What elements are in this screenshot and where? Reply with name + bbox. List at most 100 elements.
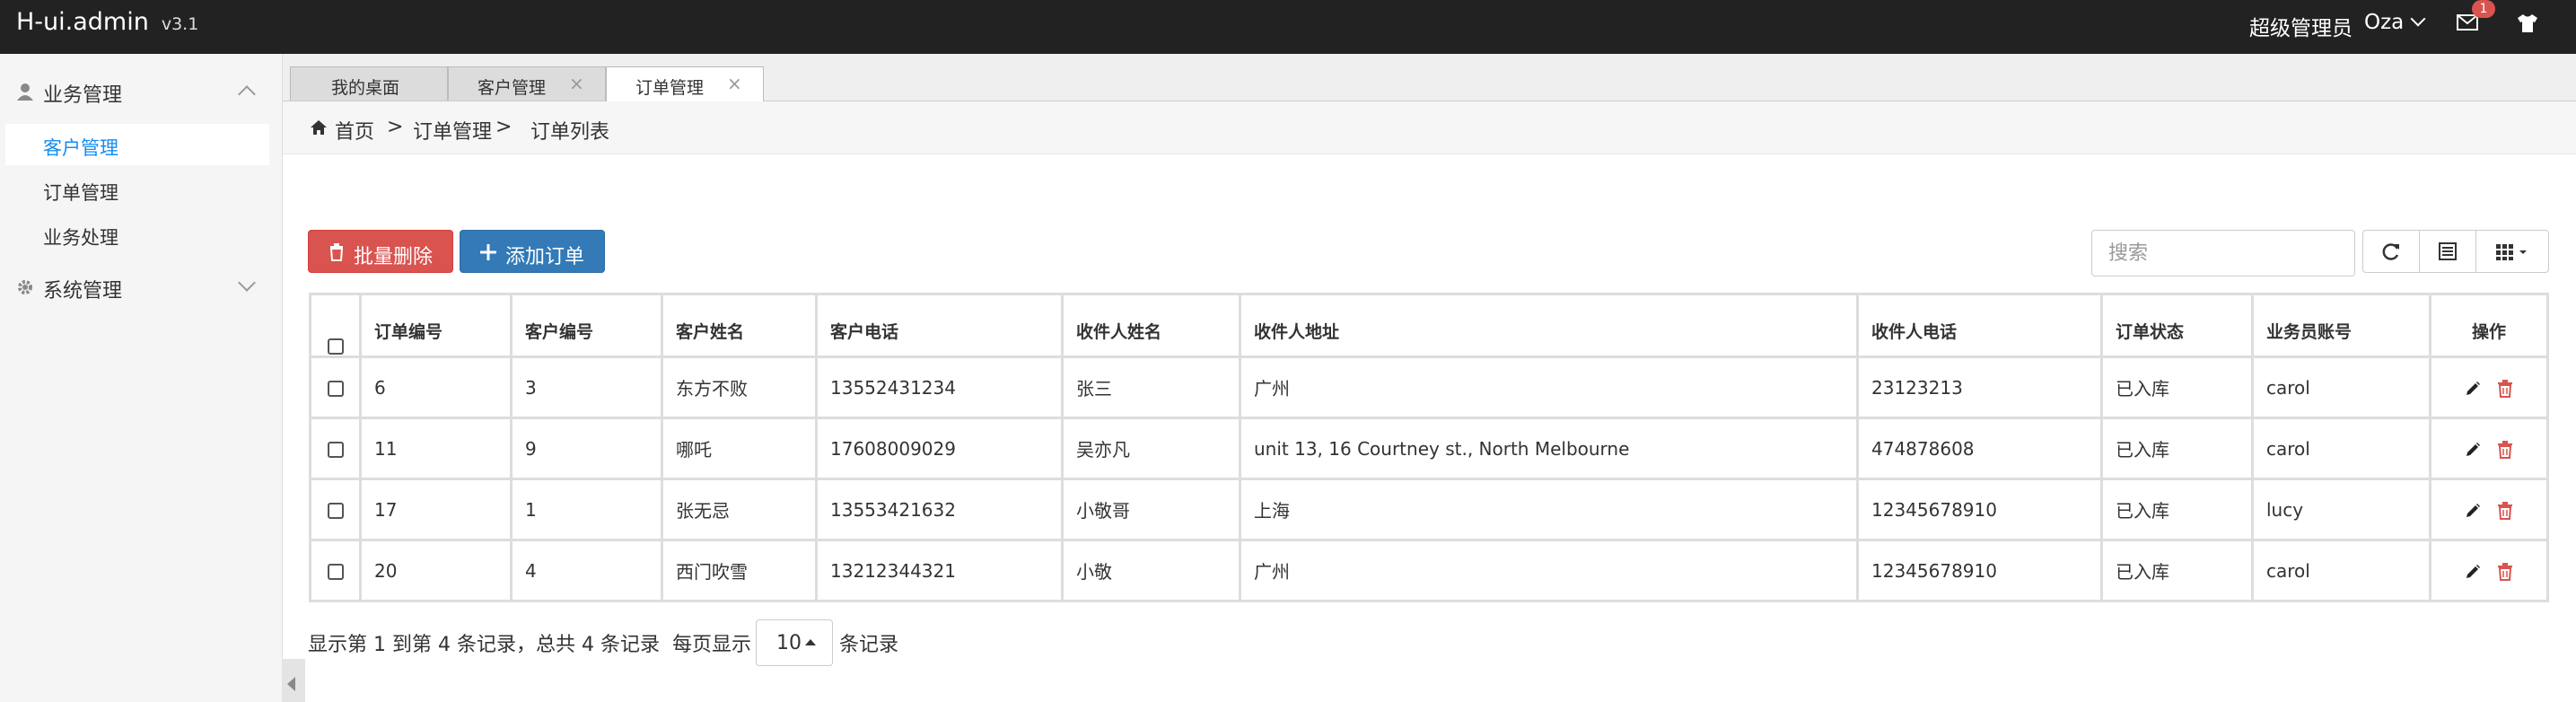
- close-icon[interactable]: ×: [569, 73, 584, 94]
- delete-trash-icon[interactable]: [2497, 563, 2513, 581]
- per-page-label: 每页显示: [671, 634, 751, 656]
- table-row: 11 9 哪吒 17608009029 吴亦凡 unit 13, 16 Cour…: [309, 417, 2549, 480]
- tab-customers[interactable]: 客户管理 ×: [448, 66, 606, 101]
- edit-pencil-icon[interactable]: [2465, 381, 2481, 397]
- sidebar-group-system[interactable]: 系统管理: [0, 266, 282, 309]
- sidebar-toggle-handle[interactable]: [282, 659, 305, 702]
- row-checkbox[interactable]: [327, 503, 344, 519]
- table-row: 17 1 张无忌 13553421632 小敬哥 上海 12345678910 …: [309, 478, 2549, 541]
- cell-recipient-phone: 23123213: [1856, 355, 2103, 419]
- home-icon: [311, 120, 327, 135]
- tab-desktop[interactable]: 我的桌面: [290, 66, 448, 101]
- cell-customer-phone: 13553421632: [815, 478, 1064, 541]
- columns-button[interactable]: [2475, 230, 2549, 273]
- row-checkbox[interactable]: [327, 381, 344, 397]
- sidebar-item-customers[interactable]: 客户管理: [5, 124, 269, 165]
- button-label: 添加订单: [505, 246, 585, 268]
- column-header[interactable]: 收件人电话: [1856, 293, 2103, 358]
- toggle-view-button[interactable]: [2419, 230, 2476, 273]
- user-menu[interactable]: Oza: [2364, 11, 2426, 34]
- user-name: Oza: [2364, 11, 2405, 34]
- app-brand[interactable]: H-ui.admin v3.1: [16, 9, 198, 38]
- breadcrumb-separator: >: [387, 116, 404, 138]
- cell-order-status: 已入库: [2100, 417, 2254, 480]
- breadcrumb-level2[interactable]: 订单管理: [413, 116, 492, 145]
- cell-customer-phone: 17608009029: [815, 417, 1064, 480]
- row-checkbox-cell: [309, 478, 362, 541]
- cell-recipient-name: 小敬哥: [1061, 478, 1241, 541]
- brand-version: v3.1: [161, 14, 199, 34]
- batch-delete-button[interactable]: 批量删除: [308, 230, 453, 273]
- message-badge: 1: [2472, 0, 2495, 18]
- cell-order-id: 6: [359, 355, 513, 419]
- button-label: 批量删除: [354, 246, 434, 268]
- cell-recipient-name: 张三: [1061, 355, 1241, 419]
- cell-recipient-name: 吴亦凡: [1061, 417, 1241, 480]
- sidebar-item-business-process[interactable]: 业务处理: [5, 214, 269, 255]
- pagination-info: 显示第 1 到第 4 条记录，总共 4 条记录 每页显示: [308, 628, 751, 657]
- row-checkbox[interactable]: [327, 564, 344, 580]
- add-order-button[interactable]: 添加订单: [460, 230, 605, 273]
- page-size-select[interactable]: 10: [756, 619, 833, 666]
- cell-order-id: 11: [359, 417, 513, 480]
- brand-name: H-ui.admin: [16, 8, 149, 36]
- row-checkbox[interactable]: [327, 442, 344, 458]
- close-icon[interactable]: ×: [727, 73, 742, 94]
- search-input[interactable]: [2091, 230, 2355, 276]
- delete-trash-icon[interactable]: [2497, 502, 2513, 520]
- column-header[interactable]: 客户编号: [510, 293, 663, 358]
- sidebar-item-label: 客户管理: [43, 137, 118, 159]
- breadcrumb-separator: >: [495, 116, 513, 138]
- sidebar-item-orders[interactable]: 订单管理: [5, 169, 269, 210]
- select-all-checkbox[interactable]: [327, 338, 344, 355]
- record-count-text: 显示第 1 到第 4 条记录，总共 4 条记录: [308, 634, 660, 656]
- tab-orders[interactable]: 订单管理 ×: [606, 66, 764, 101]
- cell-customer-id: 3: [510, 355, 663, 419]
- delete-trash-icon[interactable]: [2497, 441, 2513, 459]
- cell-salesperson: lucy: [2251, 478, 2431, 541]
- row-checkbox-cell: [309, 417, 362, 480]
- top-navbar: H-ui.admin v3.1 超级管理员 Oza 1: [0, 0, 2576, 54]
- delete-trash-icon[interactable]: [2497, 380, 2513, 398]
- cell-actions: [2429, 355, 2549, 419]
- tab-bar: 我的桌面 客户管理 × 订单管理 ×: [283, 54, 2576, 101]
- orders-table: 订单编号 客户编号 客户姓名 客户电话 收件人姓名 收件人地址 收件人电话 订单…: [309, 293, 2549, 602]
- refresh-icon: [2382, 243, 2399, 260]
- column-header[interactable]: 收件人姓名: [1061, 293, 1241, 358]
- edit-pencil-icon[interactable]: [2465, 503, 2481, 519]
- tab-label: 我的桌面: [331, 78, 400, 98]
- refresh-button[interactable]: [2362, 230, 2420, 273]
- column-header: 操作: [2429, 293, 2549, 358]
- cell-order-status: 已入库: [2100, 355, 2254, 419]
- cell-order-status: 已入库: [2100, 539, 2254, 602]
- gear-icon: [18, 280, 32, 294]
- grid-columns-icon: [2496, 244, 2527, 260]
- column-header[interactable]: 客户姓名: [661, 293, 818, 358]
- cell-customer-name: 东方不败: [661, 355, 818, 419]
- cell-customer-name: 西门吹雪: [661, 539, 818, 602]
- column-header[interactable]: 客户电话: [815, 293, 1064, 358]
- column-header[interactable]: 收件人地址: [1239, 293, 1859, 358]
- tab-label: 订单管理: [635, 78, 705, 98]
- breadcrumb-level3: 订单列表: [530, 121, 610, 144]
- sidebar-item-label: 订单管理: [43, 182, 118, 204]
- chevron-down-icon: [238, 274, 256, 292]
- edit-pencil-icon[interactable]: [2465, 442, 2481, 458]
- breadcrumb-home[interactable]: 首页: [335, 116, 374, 145]
- chevron-up-icon: [238, 85, 256, 103]
- cell-recipient-name: 小敬: [1061, 539, 1241, 602]
- column-header[interactable]: 订单状态: [2100, 293, 2254, 358]
- table-header-row: 订单编号 客户编号 客户姓名 客户电话 收件人姓名 收件人地址 收件人电话 订单…: [309, 293, 2549, 358]
- records-suffix: 条记录: [839, 634, 899, 656]
- cell-salesperson: carol: [2251, 539, 2431, 602]
- role-label[interactable]: 超级管理员: [2249, 11, 2353, 41]
- chevron-down-icon: [2410, 11, 2426, 27]
- row-checkbox-cell: [309, 539, 362, 602]
- list-icon: [2439, 242, 2457, 260]
- edit-pencil-icon[interactable]: [2465, 564, 2481, 580]
- skin-shirt-icon[interactable]: [2515, 13, 2540, 34]
- sidebar-group-business[interactable]: 业务管理: [0, 70, 282, 113]
- column-header[interactable]: 业务员账号: [2251, 293, 2431, 358]
- cell-customer-phone: 13552431234: [815, 355, 1064, 419]
- column-header[interactable]: 订单编号: [359, 293, 513, 358]
